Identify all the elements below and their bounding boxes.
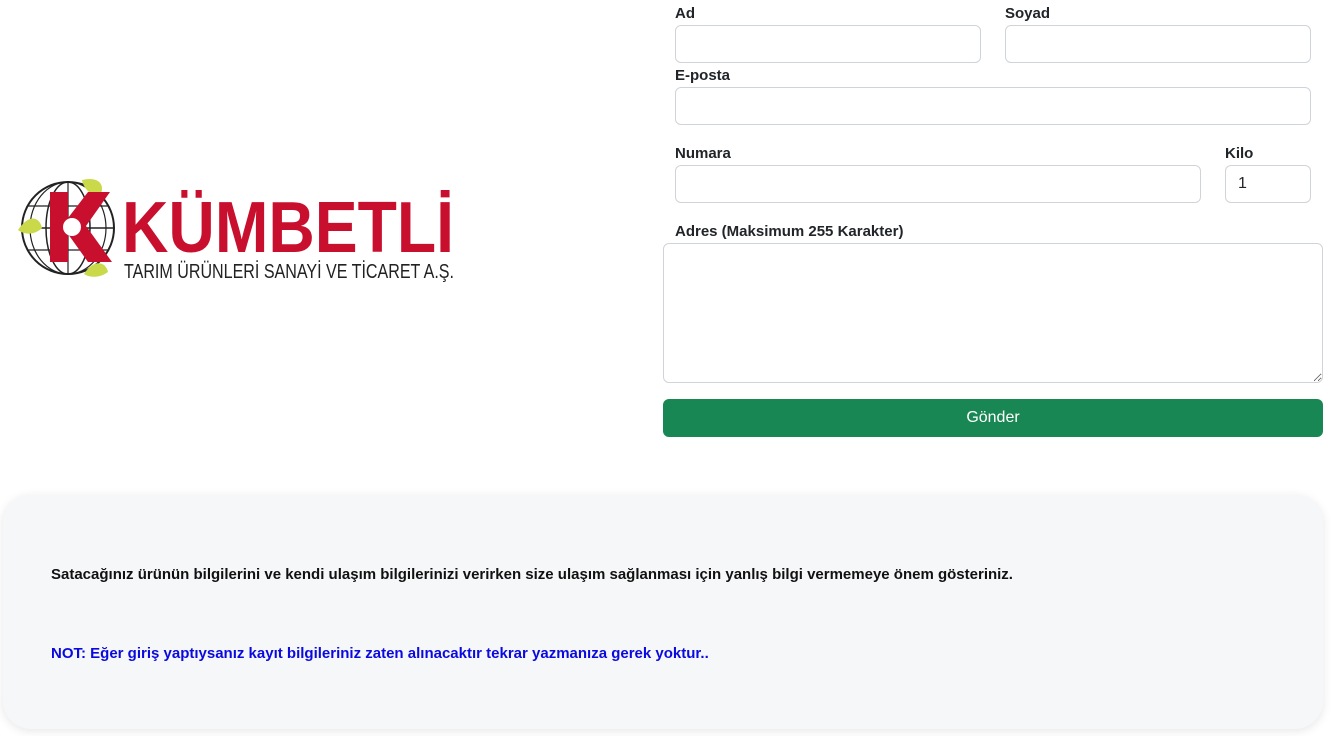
- info-message: Satacağınız ürünün bilgilerini ve kendi …: [51, 566, 1013, 583]
- kilo-label: Kilo: [1225, 145, 1254, 162]
- svg-text:KÜMBETLİ: KÜMBETLİ: [122, 188, 454, 268]
- svg-text:TARIM ÜRÜNLERİ SANAYİ VE TİCAR: TARIM ÜRÜNLERİ SANAYİ VE TİCARET A.Ş.: [124, 260, 454, 283]
- info-card: Satacağınız ürünün bilgilerini ve kendi …: [3, 495, 1323, 729]
- company-logo: KÜMBETLİ TARIM ÜRÜNLERİ SANAYİ VE TİCARE…: [16, 170, 461, 285]
- kumbetli-logo-graphic: KÜMBETLİ TARIM ÜRÜNLERİ SANAYİ VE TİCARE…: [18, 178, 454, 283]
- soyad-label: Soyad: [1005, 5, 1051, 22]
- kilo-input[interactable]: [1225, 165, 1311, 203]
- numara-input[interactable]: [675, 165, 1201, 203]
- adres-textarea[interactable]: [663, 243, 1323, 383]
- numara-label: Numara: [675, 145, 731, 162]
- adres-label: Adres (Maksimum 255 Karakter): [675, 223, 904, 240]
- info-note: NOT: Eğer giriş yaptıysanız kayıt bilgil…: [51, 645, 709, 662]
- gonder-button[interactable]: Gönder: [663, 399, 1323, 437]
- soyad-input[interactable]: [1005, 25, 1311, 63]
- eposta-input[interactable]: [675, 87, 1311, 125]
- ad-label: Ad: [675, 5, 695, 22]
- ad-input[interactable]: [675, 25, 981, 63]
- eposta-label: E-posta: [675, 67, 731, 84]
- globe-icon: [18, 178, 115, 277]
